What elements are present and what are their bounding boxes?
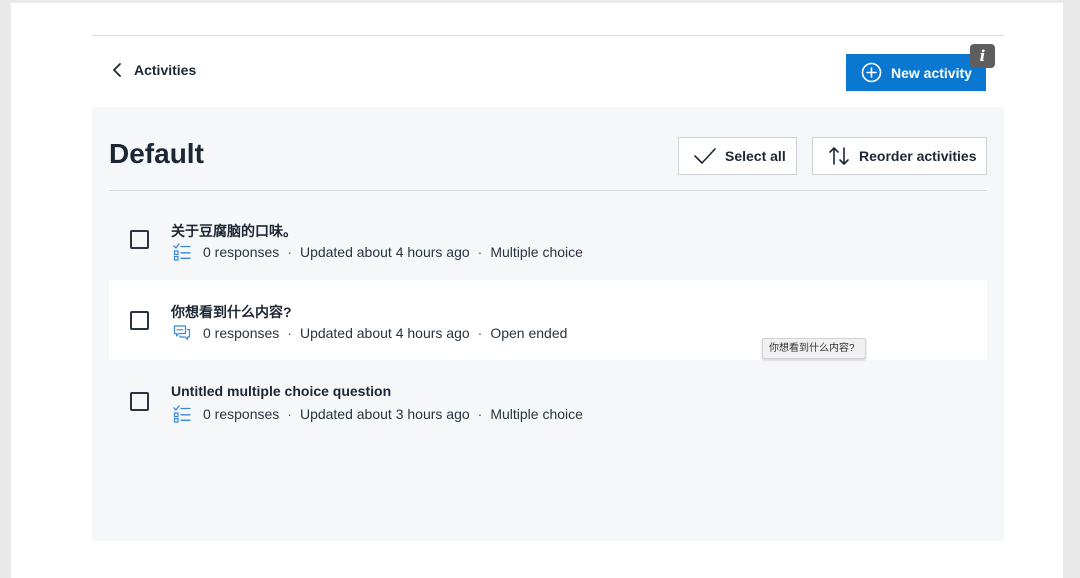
responses-count: 0 responses (203, 244, 280, 260)
responses-count: 0 responses (203, 406, 280, 422)
separator: · (287, 244, 292, 260)
updated-time: Updated about 3 hours ago (299, 406, 470, 422)
activities-panel: Activities New activity i Default Select… (92, 35, 1004, 541)
activity-title[interactable]: Untitled multiple choice question (171, 383, 391, 399)
back-label: Activities (134, 62, 197, 78)
activity-row[interactable]: Untitled multiple choice question 0 resp… (109, 361, 987, 441)
new-activity-button[interactable]: New activity (846, 54, 986, 91)
activity-row[interactable]: 关于豆腐脑的口味。 0 responses · Updated about 4 … (109, 199, 987, 279)
back-to-activities-link[interactable]: Activities (110, 62, 196, 78)
responses-count: 0 responses (203, 325, 280, 341)
separator: · (287, 325, 292, 341)
activity-type: Open ended (490, 325, 568, 341)
page-title: Default (109, 138, 204, 169)
reorder-activities-button[interactable]: Reorder activities (812, 137, 987, 175)
top-bar: Activities New activity i (92, 36, 1004, 107)
activity-title[interactable]: 你想看到什么内容? (171, 302, 292, 322)
page-sheet: Activities New activity i Default Select… (11, 3, 1063, 578)
separator: · (477, 244, 483, 260)
activity-type: Multiple choice (490, 244, 583, 260)
activity-checkbox[interactable] (130, 311, 149, 330)
activity-title[interactable]: 关于豆腐脑的口味。 (171, 221, 297, 241)
activity-meta: 0 responses · Updated about 3 hours ago … (173, 405, 583, 423)
new-activity-label: New activity (891, 64, 972, 81)
plus-circle-icon (861, 62, 882, 83)
separator: · (287, 406, 292, 422)
separator: · (477, 325, 483, 341)
updated-time: Updated about 4 hours ago (299, 244, 470, 260)
activity-checkbox[interactable] (130, 392, 149, 411)
separator: · (477, 406, 483, 422)
activity-type: Multiple choice (490, 406, 583, 422)
chevron-left-icon (113, 63, 121, 77)
multiple-choice-icon (173, 243, 191, 261)
info-icon[interactable]: i (970, 44, 995, 68)
activity-checkbox[interactable] (130, 230, 149, 249)
reorder-activities-label: Reorder activities (859, 148, 977, 164)
multiple-choice-icon (173, 405, 191, 423)
updated-time: Updated about 4 hours ago (299, 325, 470, 341)
checkmark-icon (694, 148, 716, 164)
open-ended-icon (173, 325, 191, 341)
select-all-button[interactable]: Select all (678, 137, 797, 175)
activity-meta: 0 responses · Updated about 4 hours ago … (173, 243, 583, 261)
select-all-label: Select all (725, 148, 786, 164)
reorder-arrows-icon (829, 147, 849, 165)
header-divider (109, 190, 987, 191)
activity-meta: 0 responses · Updated about 4 hours ago … (173, 324, 567, 342)
title-tooltip: 你想看到什么内容? (762, 338, 866, 359)
